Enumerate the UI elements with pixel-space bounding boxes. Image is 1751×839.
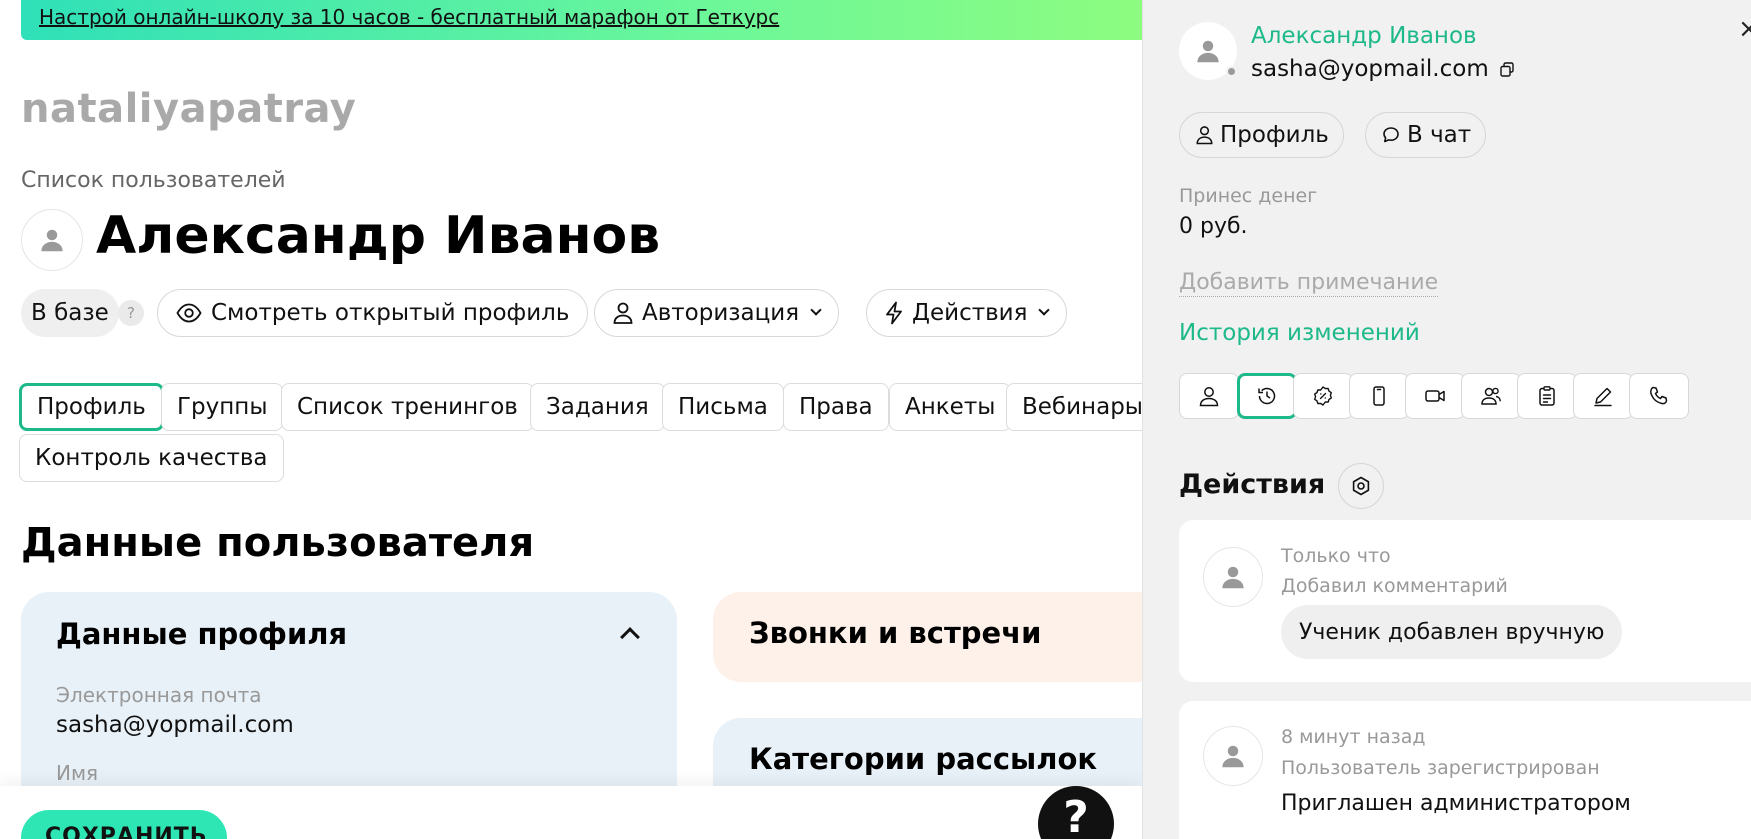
promo-banner: Настрой онлайн-школу за 10 часов - беспл… [21, 0, 1142, 40]
email-label: Электронная почта [56, 683, 262, 707]
add-note-link[interactable]: Добавить примечание [1179, 270, 1439, 297]
tab-rights[interactable]: Права [783, 383, 889, 431]
tab-trainings[interactable]: Список тренингов [281, 383, 534, 431]
money-value: 0 руб. [1179, 214, 1248, 239]
actions-dropdown[interactable]: Действия [866, 289, 1068, 337]
event-time: Только что [1281, 545, 1391, 567]
user-icon [1222, 745, 1244, 768]
panel-user-name[interactable]: Александр Иванов [1251, 23, 1477, 49]
tab-quality-control[interactable]: Контроль качества [19, 434, 284, 482]
event-type: Пользователь зарегистрирован [1281, 757, 1600, 779]
avatar [1203, 726, 1263, 786]
page-title: Александр Иванов [96, 206, 661, 266]
breadcrumb[interactable]: Список пользователей [21, 168, 286, 193]
view-public-profile-label: Смотреть открытый профиль [211, 300, 570, 326]
tab-groups[interactable]: Группы [161, 383, 284, 431]
copy-icon[interactable] [1500, 62, 1514, 77]
actions-label: Действия [912, 300, 1028, 326]
panel-profile-label: Профиль [1220, 122, 1329, 148]
tab-tasks[interactable]: Задания [530, 383, 665, 431]
section-title: Данные пользователя [21, 520, 535, 566]
user-side-panel: × Александр Иванов sasha@yopmail.com Про… [1142, 0, 1751, 839]
chevron-down-icon [1038, 304, 1051, 316]
phone-device-icon[interactable] [1349, 373, 1409, 419]
promo-link[interactable]: Настрой онлайн-школу за 10 часов - беспл… [39, 5, 779, 29]
pencil-icon[interactable] [1573, 373, 1633, 419]
clipboard-icon[interactable] [1517, 373, 1577, 419]
tab-profile[interactable]: Профиль [19, 383, 164, 431]
history-icon[interactable] [1237, 373, 1297, 419]
main-area: Настрой онлайн-школу за 10 часов - беспл… [0, 0, 1142, 839]
phone-call-icon[interactable] [1629, 373, 1689, 419]
eye-icon [176, 303, 202, 323]
chat-bubble-icon [1383, 127, 1399, 143]
tab-surveys[interactable]: Анкеты [889, 383, 1012, 431]
avatar [21, 209, 83, 271]
online-status-dot [1226, 66, 1237, 77]
action-event: Только что Добавил комментарий Ученик до… [1179, 520, 1751, 682]
event-type: Добавил комментарий [1281, 575, 1508, 597]
action-event: 8 минут назад Пользователь зарегистриров… [1179, 701, 1751, 839]
settings-badge-icon[interactable] [1293, 373, 1353, 419]
status-badge: В базе [21, 289, 119, 337]
tab-letters[interactable]: Письма [662, 383, 784, 431]
event-comment: Ученик добавлен вручную [1281, 605, 1623, 659]
name-label: Имя [56, 761, 99, 785]
mailing-categories-title: Категории рассылок [749, 742, 1098, 776]
actions-title: Действия [1179, 469, 1326, 500]
save-button[interactable]: СОХРАНИТЬ [21, 810, 227, 839]
user-icon [1197, 40, 1219, 63]
chevron-up-icon[interactable] [620, 627, 640, 647]
user-icon [1222, 566, 1244, 589]
school-name: nataliyapatray [21, 86, 357, 132]
close-icon[interactable]: × [1738, 14, 1751, 44]
chevron-down-icon [810, 304, 822, 316]
view-public-profile-button[interactable]: Смотреть открытый профиль [157, 289, 589, 337]
email-field[interactable]: sasha@yopmail.com [56, 712, 294, 738]
money-label: Принес денег [1179, 185, 1318, 207]
user-outline-icon [1196, 126, 1213, 145]
history-link[interactable]: История изменений [1179, 320, 1420, 346]
status-help-icon[interactable]: ? [118, 300, 144, 326]
calls-meetings-card[interactable]: Звонки и встречи [713, 592, 1142, 682]
user-outline-icon [613, 302, 633, 324]
event-time: 8 минут назад [1281, 726, 1426, 748]
status-label: В базе [31, 300, 109, 326]
gear-icon[interactable] [1338, 463, 1384, 509]
users-icon[interactable] [1461, 373, 1521, 419]
panel-profile-button[interactable]: Профиль [1179, 112, 1344, 158]
panel-chat-button[interactable]: В чат [1365, 112, 1487, 158]
panel-user-email: sasha@yopmail.com [1251, 56, 1489, 82]
user-icon[interactable] [1179, 373, 1239, 419]
user-icon [41, 229, 63, 252]
lightning-icon [886, 301, 902, 325]
authorization-dropdown[interactable]: Авторизация [594, 289, 840, 337]
panel-chat-label: В чат [1407, 122, 1472, 148]
tab-webinars[interactable]: Вебинары [1006, 383, 1142, 431]
event-text: Приглашен администратором [1281, 791, 1631, 816]
avatar [1203, 547, 1263, 607]
calls-meetings-title: Звонки и встречи [749, 616, 1042, 650]
authorization-label: Авторизация [642, 300, 800, 326]
bottom-bar: СОХРАНИТЬ [0, 786, 1142, 839]
video-icon[interactable] [1405, 373, 1465, 419]
profile-data-title: Данные профиля [56, 617, 348, 651]
